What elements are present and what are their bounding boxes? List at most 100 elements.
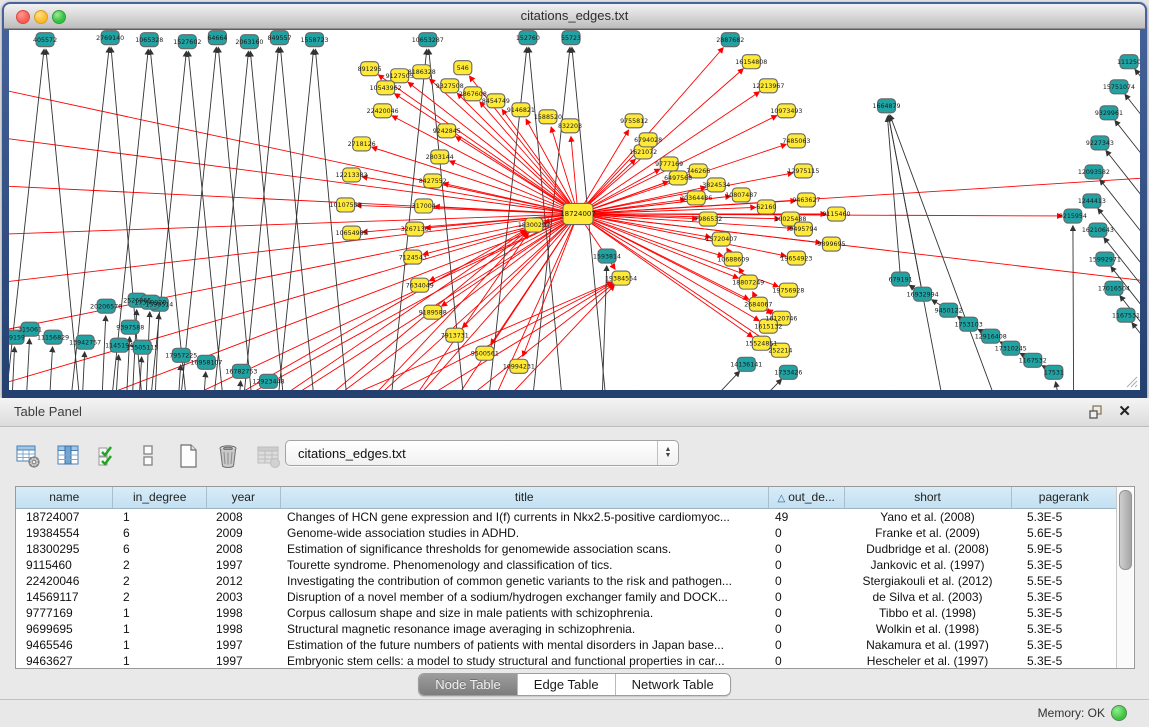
graph-node-label: 15751074 — [1103, 84, 1135, 91]
cell-title: Changes of HCN gene expression and I(f) … — [279, 509, 769, 525]
tab-network-table[interactable]: Network Table — [616, 674, 730, 695]
checkbox-list-icon[interactable] — [134, 442, 162, 470]
graph-node-label: 18300295 — [518, 222, 550, 229]
graph-node-label: 2887682 — [716, 37, 744, 44]
graph-node-label: 1167531 — [1112, 312, 1140, 319]
cell-out_de: 49 — [769, 509, 844, 525]
dropdown-value: citations_edges.txt — [286, 446, 657, 461]
cell-pagerank: 5.3E-5 — [1011, 653, 1116, 669]
status-bar: Memory: OK — [0, 699, 1149, 727]
graph-node-label: 1244413 — [1078, 198, 1106, 205]
graph-node-label: 2063160 — [235, 39, 263, 46]
graph-node-label: 9189588 — [419, 309, 447, 316]
graph-node-label: 64664 — [207, 35, 227, 42]
cell-title: Corpus callosum shape and size in male p… — [279, 605, 769, 621]
graph-node-label: 546 — [457, 65, 469, 72]
import-table-icon-disabled — [254, 442, 282, 470]
graph-node-label: 891295 — [358, 66, 382, 73]
cell-name: 9465546 — [16, 637, 113, 653]
graph-node-label: 9755812 — [620, 118, 648, 125]
graph-node-label: 13942757 — [69, 339, 101, 346]
graph-node-label: 1167532 — [1019, 357, 1047, 364]
cell-title: Estimation of the future numbers of pati… — [279, 637, 769, 653]
column-header-name[interactable]: name — [16, 487, 113, 508]
graph-node-label: 16120746 — [765, 315, 797, 322]
new-document-icon[interactable] — [174, 442, 202, 470]
column-header-pagerank[interactable]: pagerank — [1012, 487, 1116, 508]
graph-node-label: 62160 — [756, 204, 776, 211]
table-row[interactable]: 977716911998Corpus callosum shape and si… — [16, 605, 1116, 621]
cell-pagerank: 5.3E-5 — [1011, 557, 1116, 573]
graph-node-label: 9899695 — [817, 241, 845, 248]
graph-node-label: 2803144 — [426, 154, 454, 161]
cell-name: 19384554 — [16, 525, 113, 541]
graph-node-label: 15524851 — [745, 340, 777, 347]
graph-node-label: 19756928 — [772, 287, 804, 294]
graph-node-label: 17016504 — [1098, 285, 1130, 292]
table-panel: Table Panel ✕ — [0, 398, 1149, 700]
network-canvas[interactable]: 1872400789129591275051054396281863289327… — [9, 30, 1140, 390]
graph-node-label: 7986532 — [694, 216, 722, 223]
graph-node-label: 746266 — [686, 168, 710, 175]
delete-icon[interactable] — [214, 442, 242, 470]
graph-node-label: 12093582 — [1078, 169, 1110, 176]
scrollbar-thumb[interactable] — [1119, 490, 1132, 570]
table-row[interactable]: 911546021997Tourette syndrome. Phenomeno… — [16, 557, 1116, 573]
column-header-in_degree[interactable]: in_degree — [113, 487, 207, 508]
tab-node-table[interactable]: Node Table — [419, 674, 518, 695]
table-row[interactable]: 1938455462009Genome-wide association stu… — [16, 525, 1116, 541]
table-row[interactable]: 1456911722003Disruption of a novel membe… — [16, 589, 1116, 605]
cell-pagerank: 5.5E-5 — [1011, 573, 1116, 589]
tab-edge-table[interactable]: Edge Table — [518, 674, 616, 695]
table-select-dropdown[interactable]: citations_edges.txt ▲▼ — [285, 440, 679, 466]
column-header-short[interactable]: short — [845, 487, 1012, 508]
graph-node-label: 16932994 — [907, 291, 939, 298]
graph-node-label: 1065328 — [135, 37, 163, 44]
table-settings-icon[interactable] — [14, 442, 42, 470]
table-row[interactable]: 1830029562008Estimation of significance … — [16, 541, 1116, 557]
vertical-scrollbar[interactable] — [1116, 487, 1133, 668]
graph-node-label: 17359928 — [134, 299, 166, 306]
graph-node-label: 9327508 — [436, 83, 464, 90]
cell-year: 1997 — [206, 557, 279, 573]
table-row[interactable]: 946554611997Estimation of the future num… — [16, 637, 1116, 653]
memory-status-label: Memory: OK — [1038, 706, 1105, 720]
column-header-out_de[interactable]: △out_de... — [769, 487, 845, 508]
node-table: namein_degreeyeartitle△out_de...shortpag… — [15, 486, 1135, 669]
graph-node-label: 1664879 — [873, 103, 901, 110]
cell-pagerank: 5.3E-5 — [1011, 621, 1116, 637]
float-panel-icon[interactable] — [1089, 405, 1103, 419]
table-row[interactable]: 969969511998Structural magnetic resonanc… — [16, 621, 1116, 637]
table-row[interactable]: 946362711997Embryonic stem cells: a mode… — [16, 653, 1116, 669]
select-rows-icon[interactable] — [94, 442, 122, 470]
graph-node-label: 7485063 — [782, 138, 810, 145]
table-row[interactable]: 1872400712008Changes of HCN gene express… — [16, 509, 1116, 525]
graph-node-label: 3824534 — [702, 182, 730, 189]
column-header-year[interactable]: year — [207, 487, 281, 508]
table-row[interactable]: 2242004622012Investigating the contribut… — [16, 573, 1116, 589]
close-panel-icon[interactable]: ✕ — [1118, 402, 1131, 420]
cell-out_de: 0 — [769, 605, 844, 621]
table-columns-icon[interactable] — [54, 442, 82, 470]
graph-node-label: 16154808 — [735, 59, 767, 66]
cell-short: Stergiakouli et al. (2012) — [844, 573, 1011, 589]
cell-short: Wolkin et al. (1998) — [844, 621, 1011, 637]
graph-node-label: 12916408 — [975, 333, 1007, 340]
cell-title: Disruption of a novel member of a sodium… — [279, 589, 769, 605]
cell-out_de: 0 — [769, 573, 844, 589]
graph-node-label: 1733426 — [774, 369, 802, 376]
graph-node-label: 679191 — [889, 276, 913, 283]
cell-in_degree: 1 — [113, 653, 206, 669]
graph-node-label: 10025488 — [774, 216, 806, 223]
graph-node-label: 19384554 — [605, 275, 637, 282]
cell-year: 2009 — [206, 525, 279, 541]
resize-grip-icon[interactable] — [1124, 374, 1138, 388]
cell-out_de: 0 — [769, 541, 844, 557]
cell-year: 2008 — [206, 509, 279, 525]
window-titlebar[interactable]: citations_edges.txt — [4, 4, 1145, 29]
table-header-row: namein_degreeyeartitle△out_de...shortpag… — [16, 487, 1116, 509]
graph-node-label: 10973493 — [770, 108, 802, 115]
citation-network-graph[interactable]: 1872400789129591275051054396281863289327… — [9, 30, 1140, 390]
dropdown-stepper-icon[interactable]: ▲▼ — [657, 441, 678, 465]
column-header-title[interactable]: title — [281, 487, 769, 508]
